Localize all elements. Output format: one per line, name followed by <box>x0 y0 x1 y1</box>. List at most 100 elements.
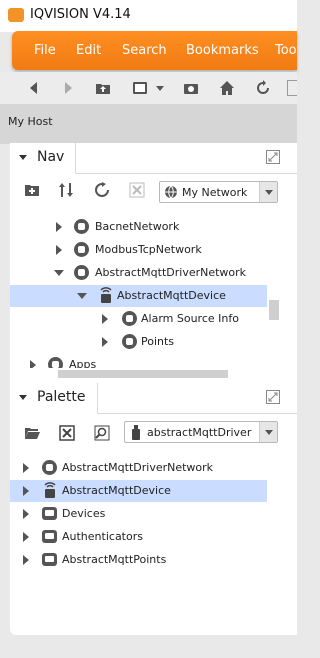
folder-icon <box>42 553 57 566</box>
module-icon <box>132 425 140 440</box>
module-combo[interactable]: abstractMqttDriver <box>124 421 278 443</box>
expand-arrow-icon[interactable] <box>23 486 29 496</box>
palette-panel: Palette abstractMqttDriver AbstractMqttD… <box>10 383 297 635</box>
palette-item-mqtt-network[interactable]: AbstractMqttDriverNetwork <box>10 457 297 479</box>
toolbar-overflow[interactable] <box>287 80 297 96</box>
network-combo[interactable]: My Network <box>159 181 278 203</box>
app-title: IQVISION V4.14 <box>30 7 131 22</box>
expand-arrow-icon[interactable] <box>23 509 29 519</box>
nav-vertical-scroll-thumb[interactable] <box>269 300 279 320</box>
maximize-icon[interactable] <box>266 390 280 404</box>
nav-horizontal-scroll-thumb[interactable] <box>58 370 228 378</box>
chevron-down-icon[interactable] <box>259 182 277 202</box>
tree-node-label: BacnetNetwork <box>95 220 180 233</box>
expand-arrow-icon[interactable] <box>56 245 62 255</box>
network-combo-value: My Network <box>182 186 248 199</box>
palette-item-devices[interactable]: Devices <box>10 503 297 525</box>
back-icon[interactable] <box>26 80 42 96</box>
refresh-icon[interactable] <box>255 80 271 96</box>
menu-search[interactable]: Search <box>122 43 167 58</box>
menu-edit[interactable]: Edit <box>76 43 101 58</box>
palette-toolbar: abstractMqttDriver <box>10 414 297 448</box>
nav-tab[interactable]: Nav <box>10 143 76 174</box>
palette-list: AbstractMqttDriverNetwork AbstractMqttDe… <box>10 457 297 627</box>
maximize-icon[interactable] <box>266 150 280 164</box>
close-palette-icon[interactable] <box>59 425 75 441</box>
tree-node-bacnet[interactable]: BacnetNetwork <box>10 216 297 238</box>
home-icon[interactable] <box>219 80 235 96</box>
collapse-arrow-icon[interactable] <box>54 270 64 276</box>
palette-item-mqtt-points[interactable]: AbstractMqttPoints <box>10 549 297 571</box>
nav-toolbar: My Network <box>10 174 297 208</box>
globe-icon <box>165 185 177 199</box>
collapse-arrow-icon[interactable] <box>77 293 87 299</box>
tree-node-apps[interactable]: Apps <box>10 354 297 368</box>
device-icon <box>44 482 56 498</box>
tree-node-mqtt-network[interactable]: AbstractMqttDriverNetwork <box>10 262 297 284</box>
forward-icon[interactable] <box>60 80 76 96</box>
new-tab-icon[interactable] <box>24 182 40 198</box>
nav-panel-header: Nav <box>10 143 297 174</box>
network-icon <box>74 265 89 280</box>
tree-node-label: AbstractMqttDriverNetwork <box>95 266 247 279</box>
up-folder-icon[interactable] <box>95 80 111 96</box>
host-label: My Host <box>8 115 53 128</box>
alarm-icon <box>122 311 137 326</box>
tree-node-label: ModbusTcpNetwork <box>95 243 202 256</box>
palette-item-label: Authenticators <box>62 530 143 543</box>
expand-arrow-icon[interactable] <box>23 463 29 473</box>
folder-icon <box>42 530 57 543</box>
menu-file[interactable]: File <box>34 43 56 58</box>
menu-tools[interactable]: Too <box>275 43 297 58</box>
search-palette-icon[interactable] <box>94 425 110 441</box>
app-logo-icon <box>8 8 24 22</box>
nav-vertical-scrollbar[interactable] <box>267 208 281 368</box>
expand-arrow-icon[interactable] <box>102 314 108 324</box>
nav-horizontal-scrollbar[interactable] <box>10 368 267 380</box>
tree-node-label: Points <box>141 335 175 348</box>
side-bar-icon[interactable] <box>132 80 148 96</box>
nav-tree: BacnetNetwork ModbusTcpNetwork AbstractM… <box>10 208 297 368</box>
sync-icon[interactable] <box>58 182 74 198</box>
tree-node-alarm-source[interactable]: Alarm Source Info <box>10 308 297 330</box>
palette-item-label: AbstractMqttDevice <box>62 484 171 497</box>
palette-item-label: AbstractMqttPoints <box>62 553 167 566</box>
expand-arrow-icon[interactable] <box>23 532 29 542</box>
palette-item-mqtt-device[interactable]: AbstractMqttDevice <box>10 480 267 502</box>
open-folder-icon[interactable] <box>24 425 40 441</box>
collapse-caret-icon[interactable] <box>19 155 27 160</box>
tree-node-label: AbstractMqttDevice <box>117 289 226 302</box>
palette-title: Palette <box>37 389 86 405</box>
collapse-caret-icon[interactable] <box>19 395 27 400</box>
expand-arrow-icon[interactable] <box>30 360 36 368</box>
camera-icon[interactable] <box>183 80 199 96</box>
title-bar: IQVISION V4.14 <box>0 0 297 32</box>
network-icon <box>74 219 89 234</box>
module-combo-value: abstractMqttDriver <box>147 426 252 439</box>
close-tree-icon[interactable] <box>129 182 145 198</box>
folder-icon <box>42 507 57 520</box>
tree-node-label: Apps <box>69 358 97 368</box>
menu-bookmarks[interactable]: Bookmarks <box>186 43 259 58</box>
palette-tab[interactable]: Palette <box>10 383 98 414</box>
menu-bar: File Edit Search Bookmarks Too <box>12 31 297 70</box>
tree-node-modbus[interactable]: ModbusTcpNetwork <box>10 239 297 261</box>
refresh-tree-icon[interactable] <box>94 182 110 198</box>
palette-item-label: Devices <box>62 507 106 520</box>
chevron-down-icon[interactable] <box>259 422 277 442</box>
nav-title: Nav <box>37 149 65 165</box>
expand-arrow-icon[interactable] <box>102 337 108 347</box>
palette-item-label: AbstractMqttDriverNetwork <box>62 461 214 474</box>
main-toolbar <box>0 72 297 104</box>
expand-arrow-icon[interactable] <box>56 222 62 232</box>
dropdown-icon[interactable] <box>152 80 168 96</box>
network-icon <box>42 460 57 475</box>
network-icon <box>74 242 89 257</box>
apps-icon <box>48 357 63 368</box>
points-icon <box>122 334 137 349</box>
expand-arrow-icon[interactable] <box>23 555 29 565</box>
palette-item-authenticators[interactable]: Authenticators <box>10 526 297 548</box>
tree-node-points[interactable]: Points <box>10 331 297 353</box>
tree-node-mqtt-device[interactable]: AbstractMqttDevice <box>10 285 267 307</box>
tree-node-label: Alarm Source Info <box>141 312 239 325</box>
